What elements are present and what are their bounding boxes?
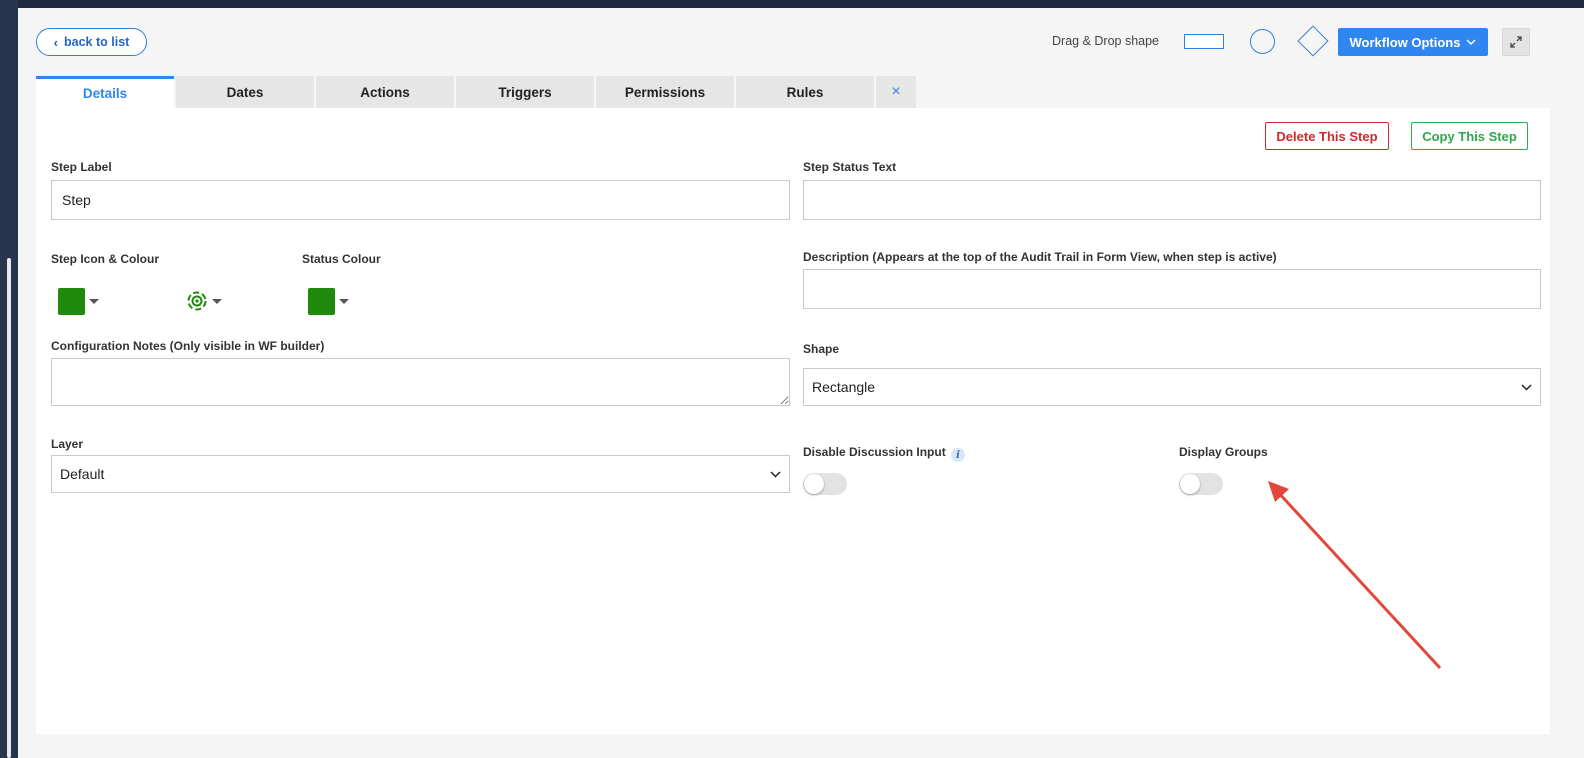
config-notes-heading: Configuration Notes (Only visible in WF … (51, 339, 325, 353)
diamond-shape-icon[interactable] (1297, 25, 1329, 57)
back-to-list-button[interactable]: ‹ back to list (36, 28, 147, 56)
step-icon-colour-heading: Step Icon & Colour (51, 252, 159, 266)
tab-actions[interactable]: Actions (316, 76, 454, 108)
chevron-down-icon (1466, 39, 1477, 45)
tab-label: Rules (786, 84, 824, 100)
details-panel: Delete This Step Copy This Step Step Lab… (36, 108, 1550, 734)
caret-down-icon (89, 299, 99, 304)
expand-button[interactable] (1502, 28, 1530, 56)
step-label-heading: Step Label (51, 160, 112, 174)
tab-label: Dates (226, 84, 264, 100)
delete-step-button[interactable]: Delete This Step (1265, 122, 1389, 150)
layer-select[interactable]: Default (51, 455, 790, 493)
layer-selected-value: Default (60, 466, 105, 482)
tab-label: Details (82, 86, 128, 101)
description-input[interactable] (803, 269, 1541, 309)
tab-label: Actions (360, 84, 410, 100)
shape-select[interactable]: Rectangle (803, 368, 1541, 406)
tab-dates[interactable]: Dates (176, 76, 314, 108)
tab-permissions[interactable]: Permissions (596, 76, 734, 108)
status-colour-dropdown[interactable] (308, 288, 349, 315)
tab-label: Triggers (498, 84, 552, 100)
left-scroll-strip (0, 0, 18, 758)
rectangle-shape-icon[interactable] (1184, 34, 1224, 49)
chevron-left-icon: ‹ (53, 34, 59, 50)
tab-rules[interactable]: Rules (736, 76, 874, 108)
info-icon[interactable]: i (951, 448, 965, 462)
disable-discussion-heading: Disable Discussion Input (803, 445, 946, 459)
colour-swatch (308, 288, 335, 315)
copy-step-label: Copy This Step (1422, 128, 1517, 144)
caret-down-icon (212, 298, 222, 304)
close-icon: × (891, 83, 901, 100)
display-groups-heading: Display Groups (1179, 445, 1268, 459)
step-icon-dropdown[interactable] (186, 290, 222, 312)
scrollbar-thumb[interactable] (7, 258, 11, 758)
circle-shape-icon[interactable] (1250, 29, 1275, 54)
workflow-step-editor: ‹ back to list Drag & Drop shape Workflo… (18, 8, 1584, 758)
tab-details[interactable]: Details (36, 76, 174, 108)
tab-label: Permissions (624, 84, 706, 100)
workflow-options-label: Workflow Options (1349, 34, 1461, 50)
workflow-options-button[interactable]: Workflow Options (1338, 28, 1488, 56)
step-status-text-heading: Step Status Text (803, 160, 897, 174)
chevron-down-icon (1521, 383, 1532, 391)
delete-step-label: Delete This Step (1276, 128, 1378, 144)
gear-cycle-icon (187, 291, 207, 311)
caret-down-icon (339, 299, 349, 304)
colour-swatch (58, 288, 85, 315)
chevron-down-icon (770, 470, 781, 478)
step-status-text-input[interactable] (803, 180, 1541, 220)
step-label-input[interactable] (51, 180, 790, 220)
layer-heading: Layer (51, 437, 84, 451)
drag-drop-label: Drag & Drop shape (1052, 34, 1160, 48)
display-groups-toggle[interactable] (1179, 473, 1223, 495)
status-colour-heading: Status Colour (302, 252, 381, 266)
shape-selected-value: Rectangle (812, 379, 876, 395)
disable-discussion-toggle[interactable] (803, 473, 847, 495)
toggle-knob (1180, 474, 1200, 494)
expand-icon (1510, 36, 1522, 48)
back-to-list-label: back to list (64, 35, 130, 49)
tab-close-button[interactable]: × (876, 76, 916, 108)
copy-step-button[interactable]: Copy This Step (1411, 122, 1528, 150)
description-heading: Description (Appears at the top of the A… (803, 250, 1277, 264)
config-notes-textarea[interactable] (51, 358, 790, 406)
tab-triggers[interactable]: Triggers (456, 76, 594, 108)
tab-bar: Details Dates Actions Triggers Permissio… (36, 76, 918, 108)
step-colour-dropdown[interactable] (58, 288, 99, 315)
toggle-knob (804, 474, 824, 494)
shape-heading: Shape (803, 342, 840, 356)
